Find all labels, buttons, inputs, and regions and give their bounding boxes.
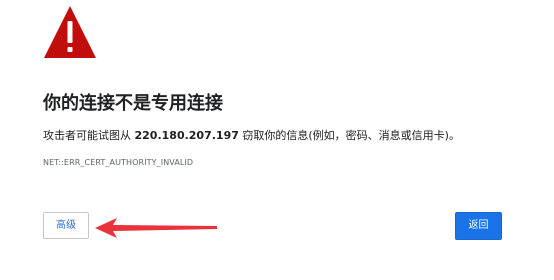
red-arrow-icon (95, 218, 217, 238)
page-title: 你的连接不是专用连接 (43, 93, 223, 114)
error-description: 攻击者可能试图从 220.180.207.197 窃取你的信息(例如，密码、消息… (43, 128, 460, 144)
advanced-button[interactable]: 高级 (43, 212, 89, 239)
back-button[interactable]: 返回 (455, 212, 502, 240)
warning-triangle-icon (44, 6, 96, 58)
description-suffix: 窃取你的信息(例如，密码、消息或信用卡)。 (238, 129, 460, 142)
description-prefix: 攻击者可能试图从 (43, 129, 135, 142)
error-code: NET::ERR_CERT_AUTHORITY_INVALID (43, 158, 194, 167)
host-address: 220.180.207.197 (134, 129, 239, 142)
